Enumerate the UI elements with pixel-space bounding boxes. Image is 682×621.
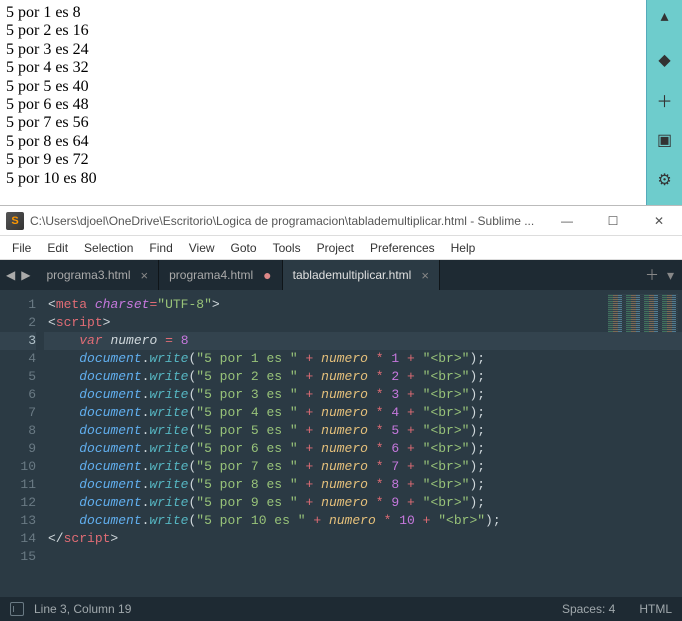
editor-area[interactable]: 123456789101112131415 <meta charset="UTF…	[0, 290, 682, 597]
output-line: 5 por 2 es 16	[6, 22, 640, 40]
line-number[interactable]: 5	[0, 368, 36, 386]
code-line[interactable]: document.write("5 por 5 es " + numero * …	[44, 422, 682, 440]
minimap[interactable]	[608, 294, 678, 332]
close-tab-icon[interactable]: ×	[421, 268, 429, 283]
code-line[interactable]: document.write("5 por 1 es " + numero * …	[44, 350, 682, 368]
output-line: 5 por 4 es 32	[6, 59, 640, 77]
tab-tablademultiplicar-html[interactable]: tablademultiplicar.html ×	[283, 260, 440, 290]
reader-icon[interactable]: ▣	[647, 120, 682, 160]
code-line[interactable]: document.write("5 por 6 es " + numero * …	[44, 440, 682, 458]
code-line[interactable]: </script>	[44, 530, 682, 548]
line-number[interactable]: 15	[0, 548, 36, 566]
menu-file[interactable]: File	[4, 239, 39, 257]
line-number[interactable]: 9	[0, 440, 36, 458]
line-number[interactable]: 13	[0, 512, 36, 530]
line-number[interactable]: 1	[0, 296, 36, 314]
output-line: 5 por 1 es 8	[6, 4, 640, 22]
output-line: 5 por 3 es 24	[6, 41, 640, 59]
code-content[interactable]: <meta charset="UTF-8"><script> var numer…	[44, 290, 682, 597]
status-position[interactable]: Line 3, Column 19	[34, 602, 538, 616]
code-line[interactable]: document.write("5 por 3 es " + numero * …	[44, 386, 682, 404]
minimize-button[interactable]: —	[544, 206, 590, 236]
line-number[interactable]: 6	[0, 386, 36, 404]
line-number[interactable]: 10	[0, 458, 36, 476]
maximize-button[interactable]: ☐	[590, 206, 636, 236]
back-icon[interactable]: ◀	[6, 268, 15, 282]
tab-history-nav[interactable]: ◀ ▶	[0, 260, 36, 290]
tab-label: tablademultiplicar.html	[293, 268, 412, 282]
code-line[interactable]: document.write("5 por 9 es " + numero * …	[44, 494, 682, 512]
dirty-indicator-icon[interactable]: ●	[263, 267, 271, 283]
output-line: 5 por 7 es 56	[6, 114, 640, 132]
statusbar: Line 3, Column 19 Spaces: 4 HTML	[0, 597, 682, 621]
panel-toggle-icon[interactable]	[10, 602, 24, 616]
tab-programa4-html[interactable]: programa4.html ●	[159, 260, 283, 290]
tab-programa3-html[interactable]: programa3.html ×	[36, 260, 159, 290]
line-number[interactable]: 2	[0, 314, 36, 332]
code-line[interactable]: <script>	[44, 314, 682, 332]
output-line: 5 por 8 es 64	[6, 133, 640, 151]
forward-icon[interactable]: ▶	[21, 268, 30, 282]
tab-label: programa4.html	[169, 268, 253, 282]
output-line: 5 por 9 es 72	[6, 151, 640, 169]
output-line: 5 por 5 es 40	[6, 78, 640, 96]
browser-output-pane: 5 por 1 es 85 por 2 es 165 por 3 es 245 …	[0, 0, 682, 205]
tab-label: programa3.html	[46, 268, 130, 282]
gear-icon[interactable]: ⚙	[647, 160, 682, 200]
line-number[interactable]: 11	[0, 476, 36, 494]
menu-tools[interactable]: Tools	[265, 239, 309, 257]
output-line: 5 por 10 es 80	[6, 170, 640, 188]
browser-sidebar: ▴ ◆ ＋ ▣ ⚙	[646, 0, 682, 205]
new-tab-button[interactable]: ＋	[645, 265, 659, 285]
menu-find[interactable]: Find	[141, 239, 180, 257]
status-spaces[interactable]: Spaces: 4	[562, 602, 615, 616]
menu-help[interactable]: Help	[443, 239, 484, 257]
menu-view[interactable]: View	[181, 239, 223, 257]
code-line[interactable]: document.write("5 por 8 es " + numero * …	[44, 476, 682, 494]
line-number[interactable]: 12	[0, 494, 36, 512]
menu-edit[interactable]: Edit	[39, 239, 76, 257]
status-syntax[interactable]: HTML	[639, 602, 672, 616]
line-number[interactable]: 14	[0, 530, 36, 548]
close-button[interactable]: ✕	[636, 206, 682, 236]
window-controls: — ☐ ✕	[544, 206, 682, 236]
close-tab-icon[interactable]: ×	[141, 268, 149, 283]
code-line[interactable]: <meta charset="UTF-8">	[44, 296, 682, 314]
tab-menu-icon[interactable]: ▾	[667, 267, 674, 284]
line-number[interactable]: 3	[0, 332, 36, 350]
menu-selection[interactable]: Selection	[76, 239, 141, 257]
menu-preferences[interactable]: Preferences	[362, 239, 443, 257]
line-number[interactable]: 7	[0, 404, 36, 422]
menubar: FileEditSelectionFindViewGotoToolsProjec…	[0, 236, 682, 260]
line-number[interactable]: 4	[0, 350, 36, 368]
code-line[interactable]: document.write("5 por 4 es " + numero * …	[44, 404, 682, 422]
menu-project[interactable]: Project	[309, 239, 362, 257]
tabbar: ◀ ▶ programa3.html × programa4.html ● tablad…	[0, 260, 682, 290]
menu-goto[interactable]: Goto	[223, 239, 265, 257]
line-number[interactable]: 8	[0, 422, 36, 440]
code-line[interactable]: document.write("5 por 10 es " + numero *…	[44, 512, 682, 530]
code-line[interactable]: document.write("5 por 7 es " + numero * …	[44, 458, 682, 476]
sublime-window: S C:\Users\djoel\OneDrive\Escritorio\Log…	[0, 205, 682, 621]
code-line[interactable]: var numero = 8	[44, 332, 682, 350]
plus-icon[interactable]: ＋	[647, 80, 682, 120]
bookmark-icon[interactable]: ◆	[647, 40, 682, 80]
code-line[interactable]: document.write("5 por 2 es " + numero * …	[44, 368, 682, 386]
output-line: 5 por 6 es 48	[6, 96, 640, 114]
titlebar[interactable]: S C:\Users\djoel\OneDrive\Escritorio\Log…	[0, 206, 682, 236]
code-line[interactable]	[44, 548, 682, 566]
window-title: C:\Users\djoel\OneDrive\Escritorio\Logic…	[30, 214, 544, 228]
scroll-up-icon[interactable]: ▴	[647, 0, 682, 40]
app-icon: S	[6, 212, 24, 230]
gutter: 123456789101112131415	[0, 290, 44, 597]
page-body: 5 por 1 es 85 por 2 es 165 por 3 es 245 …	[0, 0, 646, 205]
